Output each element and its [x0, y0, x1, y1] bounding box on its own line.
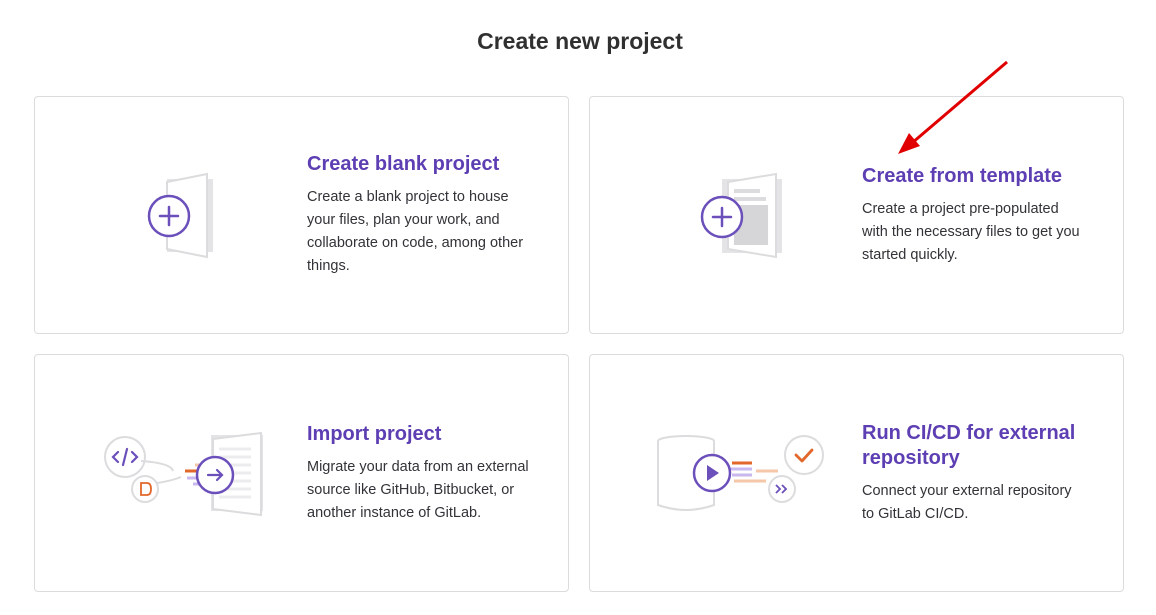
card-description: Connect your external repository to GitL… [862, 482, 1072, 522]
page-title: Create new project [477, 28, 683, 54]
annotation-arrow-icon [898, 60, 1008, 154]
card-title: Run CI/CD for external repository [862, 421, 1076, 469]
card-title: Import project [307, 422, 442, 445]
card-title: Create blank project [307, 153, 500, 175]
blank-project-illustration-icon [95, 157, 275, 277]
template-project-illustration-icon [650, 157, 830, 277]
card-title: Create from template [862, 164, 1063, 187]
card-description: Create a blank project to house your fil… [307, 189, 524, 274]
card-description: Migrate your data from an external sourc… [307, 458, 529, 521]
import-project-card[interactable]: Import project Migrate your data from an… [34, 354, 569, 592]
cicd-external-repo-illustration-icon [656, 433, 836, 553]
import-project-illustration-icon [101, 431, 281, 551]
create-blank-project-card[interactable]: Create blank project Create a blank proj… [34, 96, 569, 334]
card-description: Create a project pre-populated with the … [862, 200, 1080, 263]
create-from-template-card[interactable]: Create from template Create a project pr… [589, 96, 1124, 334]
run-cicd-external-repository-card[interactable]: Run CI/CD for external repository Connec… [589, 354, 1124, 592]
